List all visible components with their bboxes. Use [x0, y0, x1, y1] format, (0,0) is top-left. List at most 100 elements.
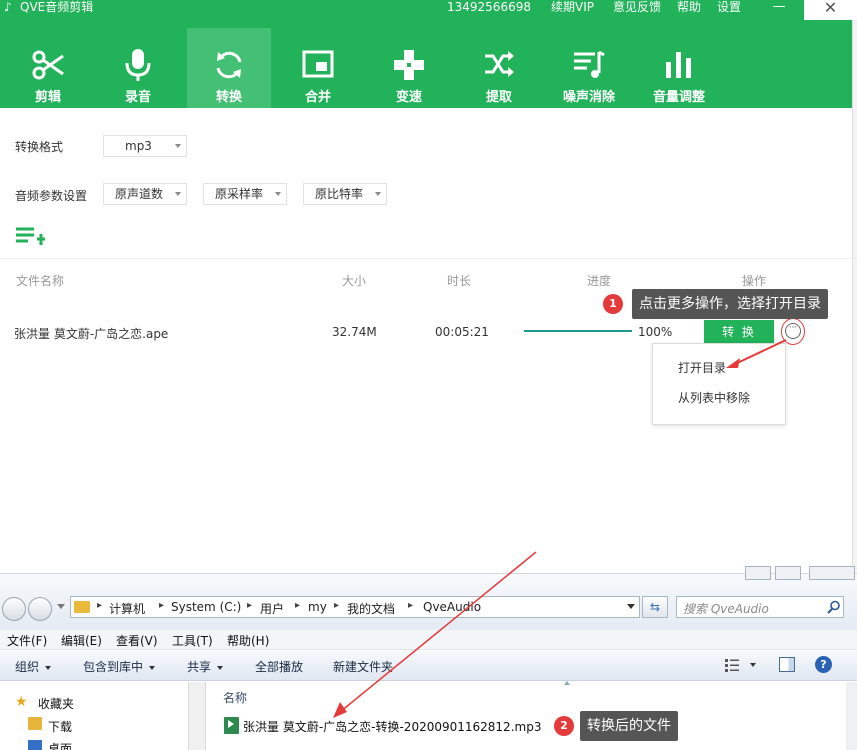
cmd-new-folder[interactable]: 新建文件夹: [333, 658, 393, 675]
nav-downloads[interactable]: 下载: [48, 718, 72, 735]
cmd-share[interactable]: 共享: [187, 658, 224, 675]
search-input[interactable]: 搜索 QveAudio: [676, 596, 844, 618]
menu-view[interactable]: 查看(V): [116, 632, 158, 649]
scissors-icon: [32, 50, 64, 80]
menu-item-open-folder[interactable]: 打开目录: [678, 359, 726, 376]
breadcrumb-documents[interactable]: 我的文档: [347, 600, 395, 617]
address-bar[interactable]: ▸ 计算机 ▸ System (C:) ▸ 用户 ▸ my ▸ 我的文档 ▸ Q…: [70, 596, 640, 618]
cmd-include-library[interactable]: 包含到库中: [83, 658, 156, 675]
user-phone: 13492566698: [447, 0, 531, 14]
format-select[interactable]: mp3: [103, 135, 187, 157]
cmd-organize[interactable]: 组织: [15, 658, 52, 675]
tool-extract[interactable]: 提取: [457, 28, 541, 108]
menu-item-remove[interactable]: 从列表中移除: [678, 389, 750, 406]
refresh-icon[interactable]: ⇆: [642, 596, 668, 618]
samplerate-value: 原采样率: [215, 187, 264, 201]
breadcrumb-separator: ▸: [408, 600, 414, 611]
view-caret-icon[interactable]: [750, 663, 756, 667]
pane-splitter[interactable]: [188, 682, 206, 750]
shuffle-icon: [485, 51, 514, 77]
minimize-button[interactable]: —: [768, 0, 790, 15]
sort-caret-icon: [564, 681, 570, 685]
help-icon[interactable]: ?: [815, 656, 832, 673]
volume-bars-icon: [666, 52, 691, 78]
breadcrumb-qveaudio[interactable]: QveAudio: [423, 600, 481, 614]
explorer-menubar: 文件(F) 编辑(E) 查看(V) 工具(T) 帮助(H): [0, 630, 857, 650]
breadcrumb-users[interactable]: 用户: [260, 600, 284, 617]
tool-label: 音量调整: [652, 90, 705, 105]
breadcrumb-separator: ▸: [295, 600, 301, 611]
app-title: QVE音频剪辑: [20, 0, 94, 14]
progress-bar: [524, 330, 632, 332]
explorer-maximize-button[interactable]: [775, 566, 801, 580]
address-dropdown-icon[interactable]: [627, 604, 635, 609]
callout-1: 点击更多操作，选择打开目录: [632, 289, 828, 319]
tool-denoise[interactable]: 噪声消除: [547, 28, 631, 108]
convert-arrows-icon: [216, 51, 242, 79]
settings-link[interactable]: 设置: [717, 0, 741, 15]
add-file-list-icon[interactable]: [16, 226, 46, 246]
tool-merge[interactable]: 合并: [276, 28, 360, 108]
breadcrumb-separator: ▸: [247, 600, 253, 611]
menu-tools[interactable]: 工具(T): [172, 632, 213, 649]
col-header-action: 操作: [742, 274, 767, 288]
file-list-pane: [206, 682, 857, 750]
search-icon: [827, 600, 840, 614]
search-placeholder: 搜索 QveAudio: [683, 602, 769, 616]
view-options-icon[interactable]: [725, 658, 739, 672]
right-scrollbar[interactable]: [852, 20, 857, 580]
samplerate-select[interactable]: 原采样率: [203, 183, 287, 205]
menu-edit[interactable]: 编辑(E): [61, 632, 102, 649]
tool-record[interactable]: 录音: [96, 28, 180, 108]
nav-favorites[interactable]: 收藏夹: [38, 695, 74, 712]
menu-file[interactable]: 文件(F): [7, 632, 47, 649]
progress-percent: 100%: [638, 325, 673, 339]
close-window-button[interactable]: ✕: [804, 0, 857, 20]
breadcrumb-my[interactable]: my: [308, 600, 327, 614]
bitrate-select[interactable]: 原比特率: [303, 183, 387, 205]
caret-down-icon: [175, 144, 181, 148]
merge-window-icon: [302, 50, 334, 78]
breadcrumb-computer[interactable]: 计算机: [109, 600, 145, 617]
cmd-label: 共享: [187, 660, 212, 674]
back-button[interactable]: [2, 597, 26, 621]
cmd-play-all[interactable]: 全部播放: [255, 658, 303, 675]
tool-label: 噪声消除: [562, 90, 615, 105]
tool-label: 录音: [124, 90, 151, 105]
breadcrumb-separator: ▸: [159, 600, 165, 611]
tool-label: 转换: [215, 90, 242, 105]
tool-label: 变速: [395, 90, 422, 105]
explorer-window-controls: [745, 566, 857, 581]
menu-help[interactable]: 帮助(H): [227, 632, 269, 649]
title-bar: ♪ QVE音频剪辑 13492566698 续期VIP 意见反馈 帮助 设置 —: [0, 0, 857, 16]
breadcrumb-drive[interactable]: System (C:): [171, 600, 241, 614]
caret-down-icon: [375, 192, 381, 196]
file-size: 32.74M: [332, 325, 377, 339]
help-link[interactable]: 帮助: [677, 0, 701, 15]
convert-button[interactable]: 转 换: [704, 320, 774, 344]
history-caret-icon[interactable]: [57, 604, 65, 609]
tool-label: 提取: [485, 90, 512, 105]
channels-select[interactable]: 原声道数: [103, 183, 187, 205]
col-header-name[interactable]: 名称: [223, 689, 247, 706]
col-header-name: 文件名称: [16, 274, 65, 288]
music-note-icon: ♪: [4, 0, 12, 14]
explorer-scrollbar[interactable]: [846, 682, 857, 750]
nav-desktop[interactable]: 桌面: [48, 740, 72, 750]
renew-vip-link[interactable]: 续期VIP: [551, 0, 594, 15]
col-header-size: 大小: [342, 274, 367, 288]
explorer-close-button[interactable]: [809, 566, 855, 580]
tool-cut[interactable]: 剪辑: [6, 28, 90, 108]
tool-speed[interactable]: 变速: [367, 28, 451, 108]
output-file[interactable]: 张洪量 莫文蔚-广岛之恋-转换-20200901162812.mp3: [243, 718, 541, 735]
preview-pane-icon[interactable]: [779, 657, 795, 672]
feedback-link[interactable]: 意见反馈: [613, 0, 661, 15]
tool-convert[interactable]: 转换: [187, 28, 271, 108]
explorer-minimize-button[interactable]: [745, 566, 771, 580]
channels-value: 原声道数: [115, 187, 164, 201]
callout-2: 转换后的文件: [580, 711, 678, 741]
forward-button[interactable]: [28, 597, 52, 621]
tool-volume[interactable]: 音量调整: [637, 28, 721, 108]
tool-label: 剪辑: [34, 90, 61, 105]
col-header-progress: 进度: [587, 274, 612, 288]
